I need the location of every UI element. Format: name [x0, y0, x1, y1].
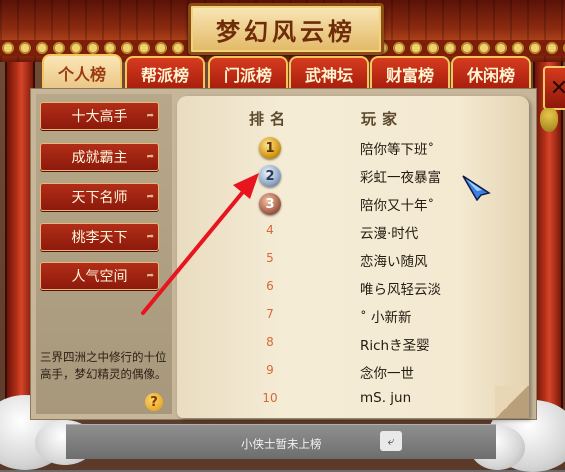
cursor-icon	[462, 175, 491, 201]
annotation-arrow	[141, 173, 259, 315]
